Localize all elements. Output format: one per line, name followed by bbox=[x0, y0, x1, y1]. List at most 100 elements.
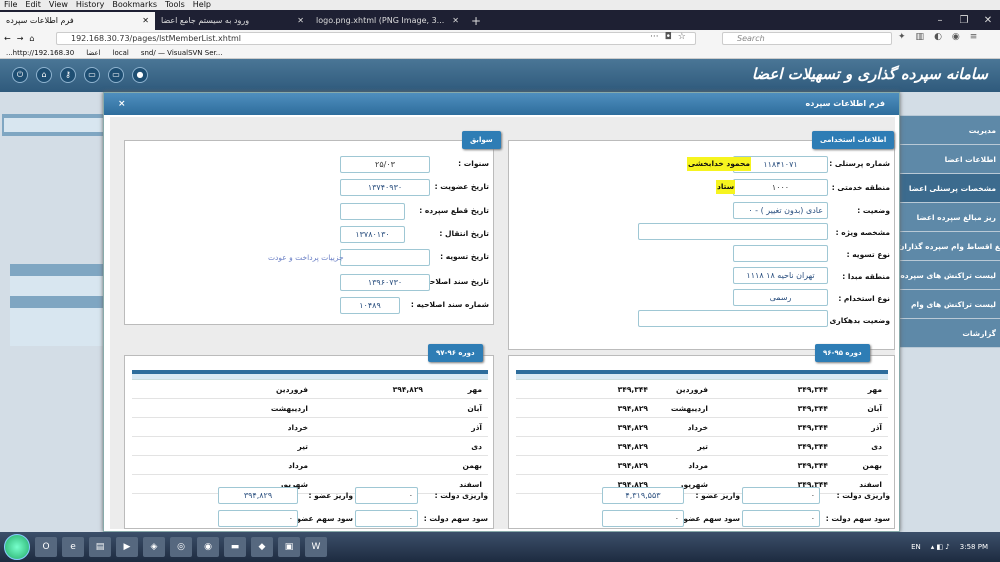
member-deposit-field[interactable]: ۴,۳۱۹,۵۵۳ bbox=[602, 487, 684, 504]
gov-deposit-field[interactable]: ۰ bbox=[742, 487, 820, 504]
gov-deposit-field[interactable]: ۰ bbox=[355, 487, 418, 504]
member-profit-field[interactable]: ۰ bbox=[218, 510, 298, 527]
power-icon[interactable]: ⏻ bbox=[12, 67, 28, 83]
status-select[interactable]: ۰ - عادی (بدون تغییر ) bbox=[733, 202, 828, 219]
sidebar-item-reports[interactable]: گزارشات bbox=[898, 319, 1000, 348]
bookmark-item[interactable]: اعضا bbox=[86, 47, 100, 58]
sidebar-item-personnel[interactable]: مشخصات پرسنلی اعضا bbox=[898, 174, 1000, 203]
sidebar-item-loan-installments[interactable]: مبالغ اقساط وام سپرده گذاران bbox=[898, 232, 1000, 261]
library-icon[interactable]: ▥ bbox=[916, 32, 925, 42]
bookmark-item[interactable]: ...http://192.168.30 bbox=[6, 47, 74, 58]
window-close-icon[interactable]: ✕ bbox=[976, 12, 1000, 30]
close-icon[interactable]: × bbox=[118, 93, 126, 115]
service-field[interactable]: ۱۰۰۰ bbox=[733, 179, 828, 196]
bookmark-star-icon[interactable]: ☆ bbox=[678, 32, 686, 42]
modal-title: فرم اطلاعات سپرده bbox=[805, 99, 885, 108]
clock[interactable]: 3:58 PM bbox=[960, 543, 988, 551]
tray-icons[interactable]: ▴ ◧ ♪ bbox=[931, 543, 950, 551]
amend-no-field[interactable]: ۱۰۴۸۹ bbox=[340, 297, 400, 314]
addon-icon[interactable]: ◉ bbox=[952, 32, 960, 42]
hire-type-label: نوع استخدام : bbox=[838, 294, 890, 303]
search-input[interactable]: Search bbox=[722, 32, 892, 45]
origin-field[interactable]: ۱۱۱۸ تهران ناحیه ۱۸ bbox=[733, 267, 828, 284]
menu-icon[interactable]: ≡ bbox=[970, 32, 978, 42]
menu-bookmarks[interactable]: Bookmarks bbox=[112, 0, 157, 10]
firefox-icon[interactable]: ◉ bbox=[197, 537, 219, 557]
menu-file[interactable]: File bbox=[4, 0, 17, 10]
left-panel-bar bbox=[2, 114, 105, 136]
network-icon[interactable]: ▣ bbox=[278, 537, 300, 557]
tab-login[interactable]: ورود به سیستم جامع اعضا ✕ bbox=[155, 12, 310, 30]
tab-logo-image[interactable]: logo.png.xhtml (PNG Image, 3... ✕ bbox=[310, 12, 465, 30]
member-deposit-field[interactable]: ۳۹۴,۸۲۹ bbox=[218, 487, 298, 504]
gov-profit-field[interactable]: ۰ bbox=[742, 510, 820, 527]
url-bar[interactable]: 192.168.30.73/pages/lstMemberList.xhtml bbox=[56, 32, 696, 45]
pocket-icon[interactable]: ◘ bbox=[665, 32, 672, 42]
table-row: مهر ۳۹۴,۸۲۹ فروردین bbox=[132, 380, 488, 399]
tool-icon[interactable]: ◆ bbox=[251, 537, 273, 557]
word-icon[interactable]: W bbox=[305, 537, 327, 557]
years-field[interactable]: ۲۵/۰۳ bbox=[340, 156, 430, 173]
media-icon[interactable]: ▶ bbox=[116, 537, 138, 557]
period-left-table: مهر ۳۹۴,۸۲۹ فروردین آبان اردیبهشت آذر خرداد … bbox=[132, 370, 488, 494]
menu-edit[interactable]: Edit bbox=[25, 0, 41, 10]
back-icon[interactable]: ← bbox=[4, 34, 11, 43]
menu-view[interactable]: View bbox=[49, 0, 68, 10]
payment-details-link[interactable]: جزییات پرداخت و عودت bbox=[268, 253, 344, 262]
ie-icon[interactable]: e bbox=[62, 537, 84, 557]
menu-history[interactable]: History bbox=[76, 0, 104, 10]
membership-date-field[interactable]: ۱۳۷۴۰۹۳۰ bbox=[340, 179, 430, 196]
bookmark-item[interactable]: snd/ — VisualSVN Ser... bbox=[141, 47, 223, 58]
maximize-icon[interactable]: ❐ bbox=[952, 12, 976, 30]
browser-menubar: File Edit View History Bookmarks Tools H… bbox=[0, 0, 1000, 10]
chrome-icon[interactable]: ◎ bbox=[170, 537, 192, 557]
amend-date-field[interactable]: ۱۳۹۶۰۷۳۰ bbox=[340, 274, 430, 291]
opera-icon[interactable]: O bbox=[35, 537, 57, 557]
terminal-icon[interactable]: ▬ bbox=[224, 537, 246, 557]
transfer-date-field[interactable]: ۱۳۷۸۰۱۳۰ bbox=[340, 226, 405, 243]
service-label: منطقه خدمتی : bbox=[831, 183, 890, 192]
home-icon[interactable]: ⌂ bbox=[36, 67, 52, 83]
navigation-bar: ← → ⌂ 192.168.30.73/pages/lstMemberList.… bbox=[0, 30, 1000, 47]
debt-field[interactable] bbox=[638, 310, 828, 327]
sidebar-item-member-info[interactable]: اطلاعات اعضا bbox=[898, 145, 1000, 174]
menu-tools[interactable]: Tools bbox=[165, 0, 185, 10]
laptop-icon[interactable]: ▭ bbox=[84, 67, 100, 83]
sync-icon[interactable]: ◐ bbox=[934, 32, 942, 42]
close-icon[interactable]: ✕ bbox=[452, 12, 459, 30]
bookmark-item[interactable]: local bbox=[113, 47, 129, 58]
user-icon[interactable]: ● bbox=[132, 67, 148, 83]
special-field[interactable] bbox=[638, 223, 828, 240]
minimize-icon[interactable]: – bbox=[928, 12, 952, 30]
menu-help[interactable]: Help bbox=[193, 0, 211, 10]
home-icon[interactable]: ⌂ bbox=[29, 34, 34, 43]
sidebar-item-management[interactable]: مدیریت bbox=[898, 116, 1000, 145]
language-indicator[interactable]: EN bbox=[911, 543, 921, 551]
personnel-label: شماره پرسنلی : bbox=[829, 159, 890, 168]
left-panel-box bbox=[10, 264, 105, 346]
app-icon[interactable]: ◈ bbox=[143, 537, 165, 557]
table-row: آبان اردیبهشت bbox=[132, 399, 488, 418]
settle-date-field[interactable] bbox=[340, 249, 430, 266]
new-tab-icon[interactable]: + bbox=[465, 12, 487, 30]
key-icon[interactable]: ⚷ bbox=[60, 67, 76, 83]
monitor-icon[interactable]: ▭ bbox=[108, 67, 124, 83]
sidebar-item-loan-transactions[interactable]: لیست تراکنش های وام bbox=[898, 290, 1000, 319]
settle-type-field[interactable] bbox=[733, 245, 828, 262]
period-right-table: مهر ۳۴۹,۳۴۴ فروردین ۳۴۹,۳۴۴ آبان ۳۴۹,۳۴۴ اردی… bbox=[516, 370, 888, 494]
tab-deposit-form[interactable]: فرم اطلاعات سپرده ✕ bbox=[0, 12, 155, 30]
cut-date-field[interactable] bbox=[340, 203, 405, 220]
table-row: آذر خرداد bbox=[132, 418, 488, 437]
gov-profit-field[interactable]: ۰ bbox=[355, 510, 418, 527]
hire-type-field[interactable]: رسمی bbox=[733, 289, 828, 306]
close-icon[interactable]: ✕ bbox=[142, 12, 149, 30]
more-icon[interactable]: ··· bbox=[650, 32, 659, 42]
sidebar-item-deposit-details[interactable]: ریز مبالغ سپرده اعضا bbox=[898, 203, 1000, 232]
sidebar-item-deposit-transactions[interactable]: لیست تراکنش های سپرده bbox=[898, 261, 1000, 290]
folder-icon[interactable]: ▤ bbox=[89, 537, 111, 557]
forward-icon[interactable]: → bbox=[17, 34, 24, 43]
extensions-icon[interactable]: ✦ bbox=[898, 32, 906, 42]
member-profit-field[interactable]: ۰ bbox=[602, 510, 684, 527]
start-button[interactable] bbox=[4, 534, 30, 560]
close-icon[interactable]: ✕ bbox=[297, 12, 304, 30]
